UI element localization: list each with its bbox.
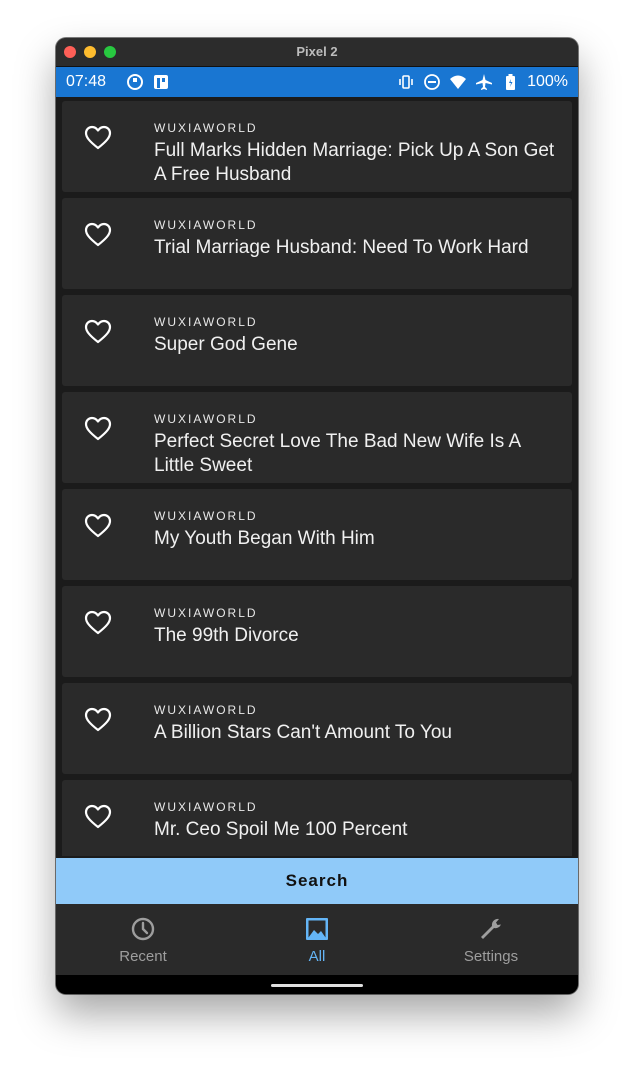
notification-icon — [154, 75, 168, 89]
novel-title: The 99th Divorce — [154, 625, 299, 646]
favorite-heart-icon[interactable] — [84, 707, 112, 733]
novel-source: WUXIAWORLD — [154, 121, 258, 135]
emulator-window: Pixel 2 07:48 100% WUXIAWORLD Full Marks… — [56, 38, 578, 994]
novel-card[interactable]: WUXIAWORLD Perfect Secret Love The Bad N… — [62, 392, 572, 483]
novel-source: WUXIAWORLD — [154, 315, 258, 329]
status-time: 07:48 — [66, 73, 107, 90]
novel-source: WUXIAWORLD — [154, 218, 258, 232]
novel-card[interactable]: WUXIAWORLD My Youth Began With Him — [62, 489, 572, 580]
novel-title: Super God Gene — [154, 334, 298, 355]
wrench-icon — [481, 918, 501, 939]
novel-title: My Youth Began With Him — [154, 528, 375, 549]
vibrate-icon — [399, 75, 413, 89]
nav-label: Settings — [463, 948, 519, 965]
nav-tab-recent[interactable]: Recent — [56, 904, 230, 975]
wifi-icon — [450, 75, 467, 89]
gesture-bar — [56, 975, 578, 994]
nav-tab-all[interactable]: All — [230, 904, 404, 975]
nav-tab-settings[interactable]: Settings — [404, 904, 578, 975]
favorite-heart-icon[interactable] — [84, 125, 112, 151]
novel-title: Full Marks Hidden Marriage: Pick Up A So… — [154, 140, 555, 185]
novel-card[interactable]: WUXIAWORLD Mr. Ceo Spoil Me 100 Percent — [62, 780, 572, 856]
title-bar: Pixel 2 — [56, 38, 578, 67]
novel-list[interactable]: WUXIAWORLD Full Marks Hidden Marriage: P… — [56, 97, 578, 856]
battery-percentage: 100% — [527, 73, 568, 90]
clock-icon — [131, 917, 155, 941]
novel-card[interactable]: WUXIAWORLD Trial Marriage Husband: Need … — [62, 198, 572, 289]
airplane-icon — [476, 74, 493, 90]
favorite-heart-icon[interactable] — [84, 416, 112, 442]
novel-source: WUXIAWORLD — [154, 412, 258, 426]
bottom-navigation: Recent All Settings — [56, 904, 578, 975]
favorite-heart-icon[interactable] — [84, 319, 112, 345]
novel-source: WUXIAWORLD — [154, 703, 258, 717]
window-title: Pixel 2 — [296, 44, 338, 59]
search-button[interactable]: Search — [56, 858, 578, 904]
novel-source: WUXIAWORLD — [154, 800, 258, 814]
favorite-heart-icon[interactable] — [84, 513, 112, 539]
novel-card[interactable]: WUXIAWORLD A Billion Stars Can't Amount … — [62, 683, 572, 774]
battery-icon — [506, 74, 516, 90]
favorite-heart-icon[interactable] — [84, 610, 112, 636]
novel-card[interactable]: WUXIAWORLD Super God Gene — [62, 295, 572, 386]
image-icon — [306, 918, 328, 940]
novel-card[interactable]: WUXIAWORLD Full Marks Hidden Marriage: P… — [62, 101, 572, 192]
nav-label: All — [308, 948, 326, 965]
novel-source: WUXIAWORLD — [154, 509, 258, 523]
novel-title: Trial Marriage Husband: Need To Work Har… — [154, 237, 529, 258]
nav-label: Recent — [119, 948, 167, 965]
novel-title: Mr. Ceo Spoil Me 100 Percent — [154, 819, 408, 840]
favorite-heart-icon[interactable] — [84, 222, 112, 248]
favorite-heart-icon[interactable] — [84, 804, 112, 830]
novel-title: A Billion Stars Can't Amount To You — [154, 722, 452, 743]
status-bar: 07:48 100% — [56, 67, 578, 97]
novel-source: WUXIAWORLD — [154, 606, 258, 620]
novel-title: Perfect Secret Love The Bad New Wife Is … — [154, 431, 521, 476]
home-gesture-handle[interactable] — [271, 984, 363, 987]
app-notification-icon — [127, 74, 143, 90]
do-not-disturb-icon — [424, 74, 440, 90]
novel-card[interactable]: WUXIAWORLD The 99th Divorce — [62, 586, 572, 677]
